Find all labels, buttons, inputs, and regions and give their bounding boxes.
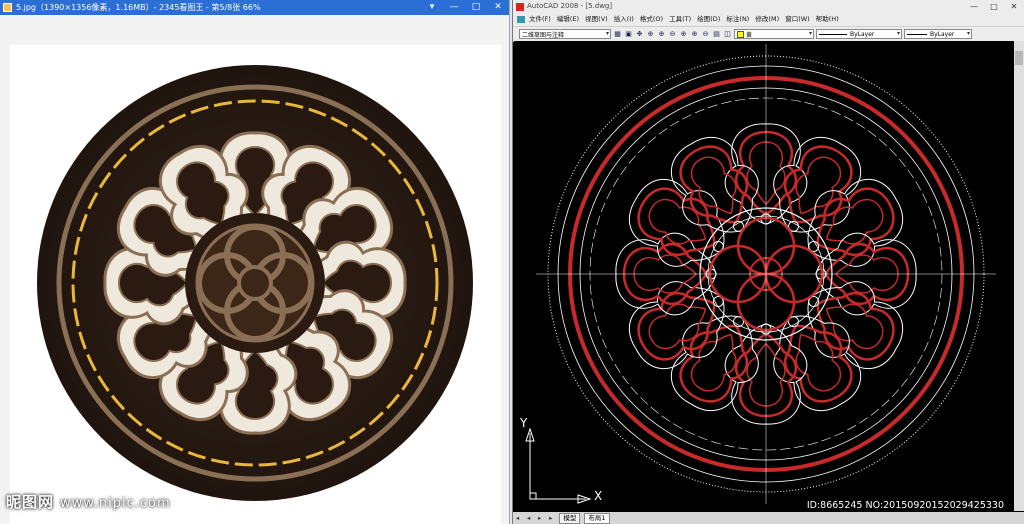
zoom-in-icon[interactable]: ⊕	[690, 30, 699, 39]
chevron-down-icon: ▾	[896, 30, 900, 37]
lineweight-value: ByLayer	[930, 30, 955, 38]
tab-prev-icon[interactable]: ◂	[524, 512, 533, 524]
ucs-x-label: X	[594, 489, 603, 503]
watermark-brand: 昵图网	[6, 493, 55, 511]
viewer-image-canvas[interactable]	[10, 45, 501, 524]
chevron-down-icon: ▾	[808, 30, 812, 37]
layout-tabs-bar: ◂ ◂ ▸ ▸ 模型 布局1	[513, 512, 1024, 524]
pan-icon[interactable]: ✥	[635, 30, 644, 39]
menu-file[interactable]: 文件(F)	[529, 13, 551, 26]
image-viewer-window: 5.jpg（1390×1356像素，1.16MB）- 2345看图王 - 第5/…	[0, 0, 510, 524]
document-icon	[517, 16, 525, 23]
viewer-menu-dropdown-button[interactable]: ▾	[421, 0, 443, 15]
cad-minimize-button[interactable]: —	[964, 0, 984, 13]
zoom-realtime-icon[interactable]: ⊕	[646, 30, 655, 39]
menu-edit[interactable]: 编辑(E)	[557, 13, 579, 26]
watermark-url: www.nipic.com	[60, 496, 171, 511]
viewer-titlebar: 5.jpg（1390×1356像素，1.16MB）- 2345看图王 - 第5/…	[0, 0, 509, 15]
tab-model[interactable]: 模型	[559, 512, 581, 524]
tab-last-icon[interactable]: ▸	[546, 512, 555, 524]
cad-close-button[interactable]: ✕	[1004, 0, 1024, 13]
nipic-watermark: 昵图网 www.nipic.com	[6, 491, 171, 512]
menu-help[interactable]: 帮助(H)	[816, 13, 839, 26]
linetype-value: ByLayer	[850, 30, 875, 38]
menu-draw[interactable]: 绘图(D)	[697, 13, 720, 26]
autocad-window: AutoCAD 2008 - [5.dwg] — □ ✕ 文件(F) 编辑(E)…	[512, 0, 1024, 524]
image-id-stamp: ID:8665245 NO:20150920152029425330	[806, 500, 1004, 511]
design-center-icon[interactable]: ◫	[723, 30, 732, 39]
menu-modify[interactable]: 修改(M)	[755, 13, 779, 26]
cad-medallion-drawing	[525, 44, 996, 504]
workspace-value: 二维草图与注释	[522, 31, 565, 39]
chevron-down-icon: ▾	[605, 30, 609, 37]
menu-window[interactable]: 窗口(W)	[785, 13, 810, 26]
viewer-title: 5.jpg（1390×1356像素，1.16MB）- 2345看图王 - 第5/…	[16, 3, 261, 12]
menu-format[interactable]: 格式(O)	[640, 13, 663, 26]
tab-first-icon[interactable]: ◂	[513, 512, 522, 524]
menu-tools[interactable]: 工具(T)	[669, 13, 691, 26]
autocad-app-icon	[516, 3, 524, 11]
ucs-y-label: Y	[520, 416, 528, 430]
tab-next-icon[interactable]: ▸	[535, 512, 544, 524]
menu-dimension[interactable]: 标注(N)	[726, 13, 749, 26]
viewer-window-controls: ▾ — □ ✕	[421, 0, 509, 15]
viewer-minimize-button[interactable]: —	[443, 0, 465, 15]
linetype-preview	[819, 33, 847, 35]
cad-titlebar: AutoCAD 2008 - [5.dwg] — □ ✕	[513, 0, 1024, 13]
workspace-save-icon[interactable]: ▣	[624, 30, 633, 39]
viewer-maximize-button[interactable]: □	[465, 0, 487, 15]
medallion-image	[37, 65, 473, 501]
zoom-previous-icon[interactable]: ⊖	[668, 30, 677, 39]
zoom-out-icon[interactable]: ⊖	[701, 30, 710, 39]
properties-icon[interactable]: ▤	[712, 30, 721, 39]
viewer-app-icon	[3, 3, 12, 12]
vertical-scrollbar[interactable]	[1014, 41, 1024, 511]
workspace-settings-icon[interactable]: ▦	[613, 30, 622, 39]
zoom-window-icon[interactable]: ⊕	[657, 30, 666, 39]
tab-layout1[interactable]: 布局1	[584, 512, 610, 524]
color-value: 黄	[746, 31, 753, 39]
menu-insert[interactable]: 插入(I)	[614, 13, 634, 26]
viewer-close-button[interactable]: ✕	[487, 0, 509, 15]
lineweight-preview	[907, 33, 927, 35]
chevron-down-icon: ▾	[966, 30, 970, 37]
workspace-select[interactable]: 二维草图与注释 ▾	[519, 29, 611, 39]
cad-toolbar: 二维草图与注释 ▾ ▦ ▣ ✥ ⊕ ⊕ ⊖ ⊕ ⊕ ⊖ ▤ ◫ 黄 ▾ ByLaye…	[513, 26, 1024, 42]
cad-menubar: 文件(F) 编辑(E) 视图(V) 插入(I) 格式(O) 工具(T) 绘图(D…	[513, 13, 1024, 26]
cad-title: AutoCAD 2008 - [5.dwg]	[527, 2, 613, 10]
zoom-extents-icon[interactable]: ⊕	[679, 30, 688, 39]
color-select[interactable]: 黄 ▾	[734, 29, 814, 39]
ucs-icon	[525, 427, 592, 504]
color-swatch	[737, 30, 744, 38]
menu-view[interactable]: 视图(V)	[585, 13, 608, 26]
scrollbar-thumb[interactable]	[1015, 51, 1023, 65]
cad-maximize-button[interactable]: □	[984, 0, 1004, 13]
lineweight-select[interactable]: ByLayer ▾	[904, 29, 972, 39]
linetype-select[interactable]: ByLayer ▾	[816, 29, 902, 39]
cad-drawing-area[interactable]: Y X	[514, 41, 1014, 511]
